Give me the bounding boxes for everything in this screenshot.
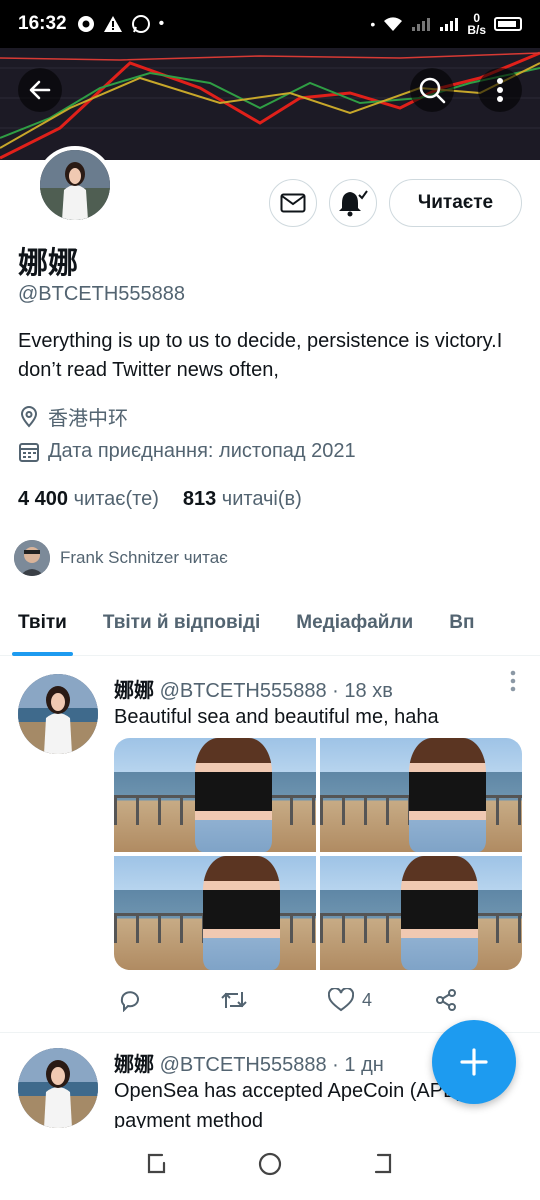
search-icon <box>419 77 446 104</box>
tweet-author-name: 娜娜 <box>114 680 154 702</box>
whatsapp-icon <box>131 15 150 33</box>
followers-label: читачі(в) <box>221 488 302 510</box>
tab-tweets[interactable]: Твіти <box>0 590 85 656</box>
message-button[interactable] <box>269 179 317 227</box>
profile-handle: @BTCETH555888 <box>18 283 186 305</box>
retweet-icon <box>221 992 247 1008</box>
calendar-icon <box>19 442 39 462</box>
tweet-header: 娜娜 @BTCETH555888 · 18 хв <box>114 674 393 703</box>
tweet-avatar[interactable] <box>18 1048 98 1128</box>
more-vertical-icon <box>497 78 503 102</box>
tweet-photo[interactable] <box>114 738 316 852</box>
back-button[interactable] <box>18 68 62 112</box>
tweet-more-button[interactable] <box>510 670 516 698</box>
profile-joined: Дата приєднання: листопад 2021 <box>18 440 356 463</box>
followed-by-text: Frank Schnitzer читає <box>60 548 228 567</box>
tweet-author-handle: @BTCETH555888 <box>159 1054 327 1076</box>
back-arrow-icon <box>29 80 51 100</box>
mail-icon <box>280 193 306 213</box>
tweet-text: Beautiful sea and beautiful me, haha <box>114 706 439 728</box>
system-icons: • 0 B/s <box>370 12 522 36</box>
chrome-icon <box>77 16 94 32</box>
tweet-actions: 4 <box>114 980 514 1020</box>
profile-location: 香港中环 <box>18 402 128 431</box>
warning-icon <box>103 16 122 32</box>
battery-icon <box>494 17 522 31</box>
profile-banner <box>0 48 540 160</box>
notifications-button[interactable] <box>329 179 377 227</box>
reply-icon <box>120 991 139 1012</box>
like-button[interactable]: 4 <box>328 988 372 1012</box>
tweet-avatar[interactable] <box>18 674 98 754</box>
tweet-media-grid <box>114 738 522 970</box>
tweet-photo[interactable] <box>114 856 316 970</box>
signal-icon <box>440 18 459 31</box>
tab-likes[interactable]: Вп <box>431 590 492 656</box>
following-label: читає(те) <box>73 488 159 510</box>
followers-count: 813 <box>182 488 217 510</box>
tweet-author-name: 娜娜 <box>114 1054 154 1076</box>
following-button[interactable]: Читаєте <box>389 179 522 227</box>
signal-icon <box>412 18 431 31</box>
follower-avatar <box>14 540 50 576</box>
home-icon[interactable] <box>257 1151 283 1177</box>
followed-by-row[interactable]: Frank Schnitzer читає <box>14 540 228 576</box>
recent-apps-icon[interactable] <box>144 1151 170 1177</box>
wifi-icon <box>384 17 403 31</box>
tweet-photo[interactable] <box>320 856 522 970</box>
share-button[interactable] <box>434 988 458 1012</box>
bell-icon <box>339 190 368 217</box>
tab-tweets-and-replies[interactable]: Твіти й відповіді <box>85 590 278 656</box>
follow-counts: 4 400 читає(те) 813 читачі(в) <box>18 488 302 511</box>
status-bar: 16:32 • • 0 B/s <box>0 0 540 48</box>
more-options-button[interactable] <box>478 68 522 112</box>
back-icon[interactable] <box>370 1151 396 1177</box>
plus-icon <box>460 1048 488 1076</box>
reply-button[interactable] <box>118 988 142 1012</box>
profile-bio: Everything is up to us to decide, persis… <box>18 330 503 381</box>
joined-text: Дата приєднання: листопад 2021 <box>48 440 356 462</box>
compose-tweet-button[interactable] <box>432 1020 516 1104</box>
notification-icons: • <box>77 14 165 34</box>
search-button[interactable] <box>410 68 454 112</box>
following-count: 4 400 <box>18 488 69 510</box>
share-icon <box>436 989 456 1011</box>
status-time: 16:32 <box>18 13 67 34</box>
location-icon <box>20 405 38 428</box>
following-link[interactable]: 4 400 читає(те) <box>18 488 159 511</box>
retweet-button[interactable] <box>220 988 248 1012</box>
location-text: 香港中环 <box>48 408 128 430</box>
dot-icon: • <box>158 15 165 32</box>
net-speed: 0 B/s <box>467 11 486 37</box>
dot-icon: • <box>370 16 376 32</box>
like-count: 4 <box>362 989 373 1010</box>
like-icon <box>328 988 354 1012</box>
followers-link[interactable]: 813 читачі(в) <box>183 488 302 511</box>
banner-chart-image <box>0 48 540 160</box>
system-nav-bar <box>0 1128 540 1200</box>
tab-media[interactable]: Медіафайли <box>278 590 431 656</box>
profile-avatar[interactable] <box>36 146 114 224</box>
profile-tabs: Твіти Твіти й відповіді Медіафайли Вп <box>0 590 540 656</box>
tweet-author-handle: @BTCETH555888 <box>159 680 327 702</box>
tweet-header: 娜娜 @BTCETH555888 · 1 дн <box>114 1048 384 1077</box>
tweet-time: · 1 дн <box>332 1054 384 1076</box>
tweet-photo[interactable] <box>320 738 522 852</box>
avatar-photo <box>40 150 110 220</box>
profile-display-name: 娜娜 <box>18 247 78 280</box>
more-vertical-icon <box>510 670 516 692</box>
tweet-time: · 18 хв <box>332 680 393 702</box>
